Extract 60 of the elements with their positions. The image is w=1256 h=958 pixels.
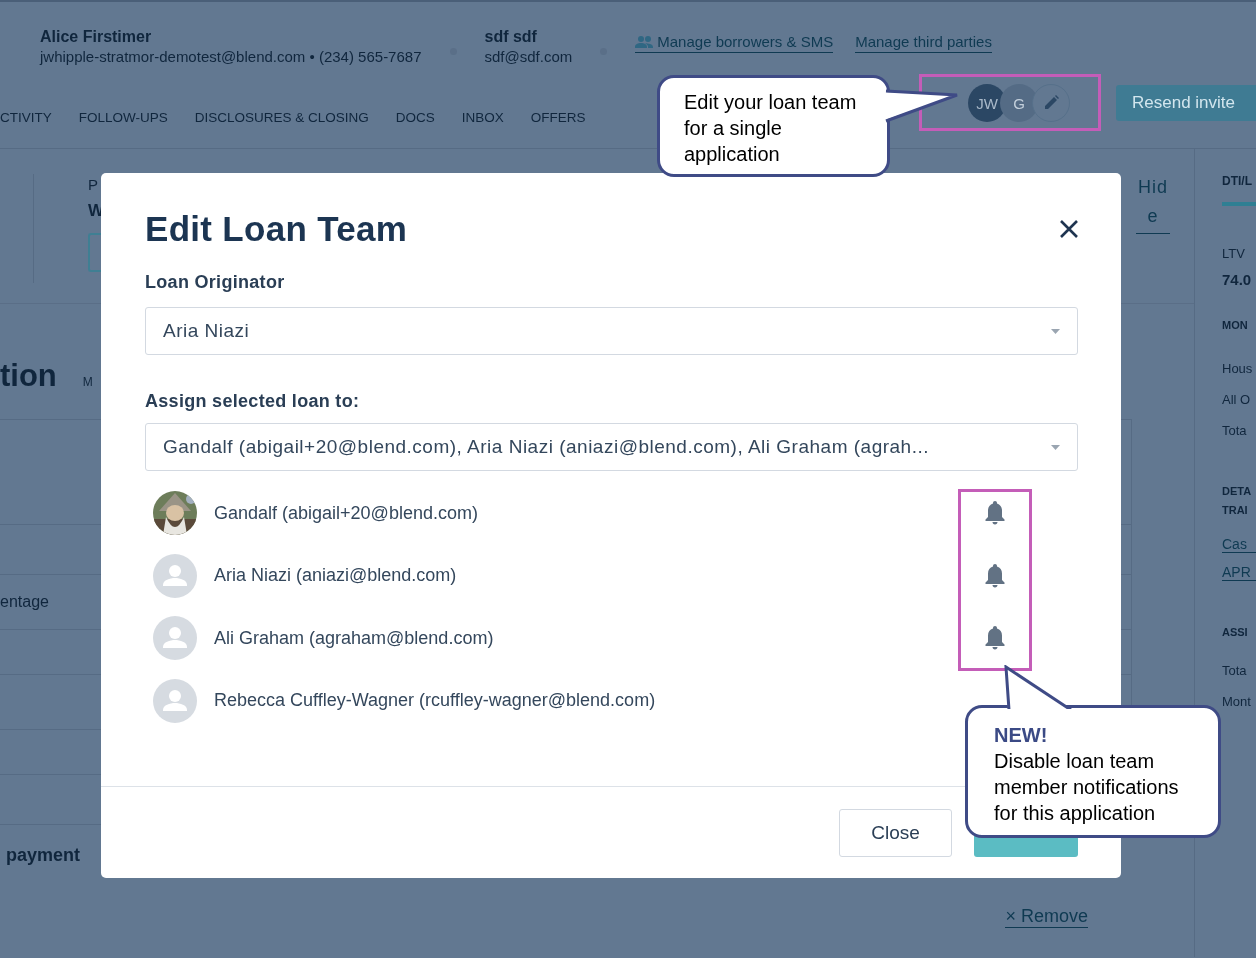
nav-tab[interactable]: OFFERS bbox=[530, 110, 586, 129]
metric-value: 74.0 bbox=[1222, 271, 1253, 288]
callout-text: Edit your loan team for a single application bbox=[684, 91, 857, 165]
field-label: Assign selected loan to: bbox=[145, 391, 361, 412]
panel-row-text: Tota bbox=[1222, 663, 1248, 678]
column-header: M bbox=[82, 375, 93, 389]
bell-icon[interactable] bbox=[983, 501, 1007, 526]
member-name: Rebecca Cuffley-Wagner (rcuffley-wagner@blend.com) bbox=[214, 690, 656, 712]
remove-link[interactable]: × Remove bbox=[1005, 906, 1088, 928]
resend-invite-button[interactable]: Resend invite bbox=[1116, 85, 1256, 121]
nav-tab[interactable]: CTIVITY bbox=[0, 110, 52, 129]
header-link[interactable]: Manage borrowers & SMS bbox=[635, 33, 834, 53]
avatar-icon bbox=[153, 678, 197, 723]
panel-tab[interactable]: DTI/L bbox=[1222, 149, 1256, 206]
field-label: Loan Originator bbox=[145, 272, 286, 293]
hide-link[interactable]: Hide bbox=[1136, 173, 1170, 234]
panel-heading: MON bbox=[1222, 319, 1249, 331]
close-icon[interactable] bbox=[1059, 219, 1079, 239]
avatar-icon bbox=[153, 553, 197, 598]
panel-heading: ASSI bbox=[1222, 626, 1249, 638]
borrower-name: sdf sdf bbox=[484, 27, 538, 47]
panel-link[interactable]: APR bbox=[1222, 564, 1256, 581]
member-name: Gandalf (abigail+20@blend.com) bbox=[214, 502, 478, 524]
loan-originator-select[interactable]: Aria Niazi bbox=[145, 307, 1078, 355]
panel-link[interactable]: Cas bbox=[1222, 536, 1256, 553]
header-link[interactable]: Manage third parties bbox=[855, 33, 992, 53]
panel-heading: TRAI bbox=[1222, 504, 1249, 516]
bell-icon[interactable] bbox=[983, 626, 1007, 651]
select-value: Gandalf (abigail+20@blend.com), Aria Niazi (aniazi@blend.com), Ali Graham (agrah... bbox=[163, 436, 929, 458]
borrower-contact: sdf@sdf.com bbox=[484, 47, 573, 67]
member-name: Aria Niazi (aniazi@blend.com) bbox=[214, 565, 457, 587]
new-label: NEW! bbox=[994, 723, 1049, 748]
member-name: Ali Graham (agraham@blend.com) bbox=[214, 627, 494, 649]
close-button[interactable]: Close bbox=[839, 809, 952, 857]
select-value: Aria Niazi bbox=[163, 320, 250, 342]
panel-row-text: Hous bbox=[1222, 361, 1254, 376]
nav-tab[interactable]: DOCS bbox=[395, 110, 435, 129]
nav-tab[interactable]: DISCLOSURES & CLOSING bbox=[194, 110, 369, 129]
modal-title: Edit Loan Team bbox=[145, 209, 408, 249]
row-label: entage bbox=[0, 593, 49, 611]
caret-icon bbox=[1051, 328, 1060, 334]
panel-row-text: Mont bbox=[1222, 694, 1252, 709]
row-label: payment bbox=[5, 843, 81, 867]
borrower-contact: jwhipple-stratmor-demotest@blend.com • (234) 565-7687 bbox=[40, 47, 422, 67]
panel-heading: DETA bbox=[1222, 485, 1253, 497]
avatar-icon bbox=[153, 616, 197, 661]
metric-label: LTV bbox=[1222, 246, 1246, 261]
assign-select[interactable]: Gandalf (abigail+20@blend.com), Aria Niazi (aniazi@blend.com), Ali Graham (agrah... bbox=[145, 423, 1078, 471]
pencil-icon bbox=[1043, 95, 1059, 111]
section-title: tion bbox=[0, 358, 57, 394]
nav-tab[interactable]: INBOX bbox=[461, 110, 504, 129]
panel-row-text: Tota bbox=[1222, 423, 1248, 438]
panel-row-text: All O bbox=[1222, 392, 1252, 407]
summary-label: P bbox=[88, 176, 98, 193]
bell-icon[interactable] bbox=[983, 563, 1007, 588]
caret-icon bbox=[1051, 444, 1060, 450]
nav-tab[interactable]: FOLLOW-UPS bbox=[78, 110, 168, 129]
borrower-name: Alice Firstimer bbox=[40, 27, 153, 47]
people-icon bbox=[635, 35, 654, 48]
callout-text: Disable loan team member notifications for this application bbox=[994, 750, 1179, 824]
